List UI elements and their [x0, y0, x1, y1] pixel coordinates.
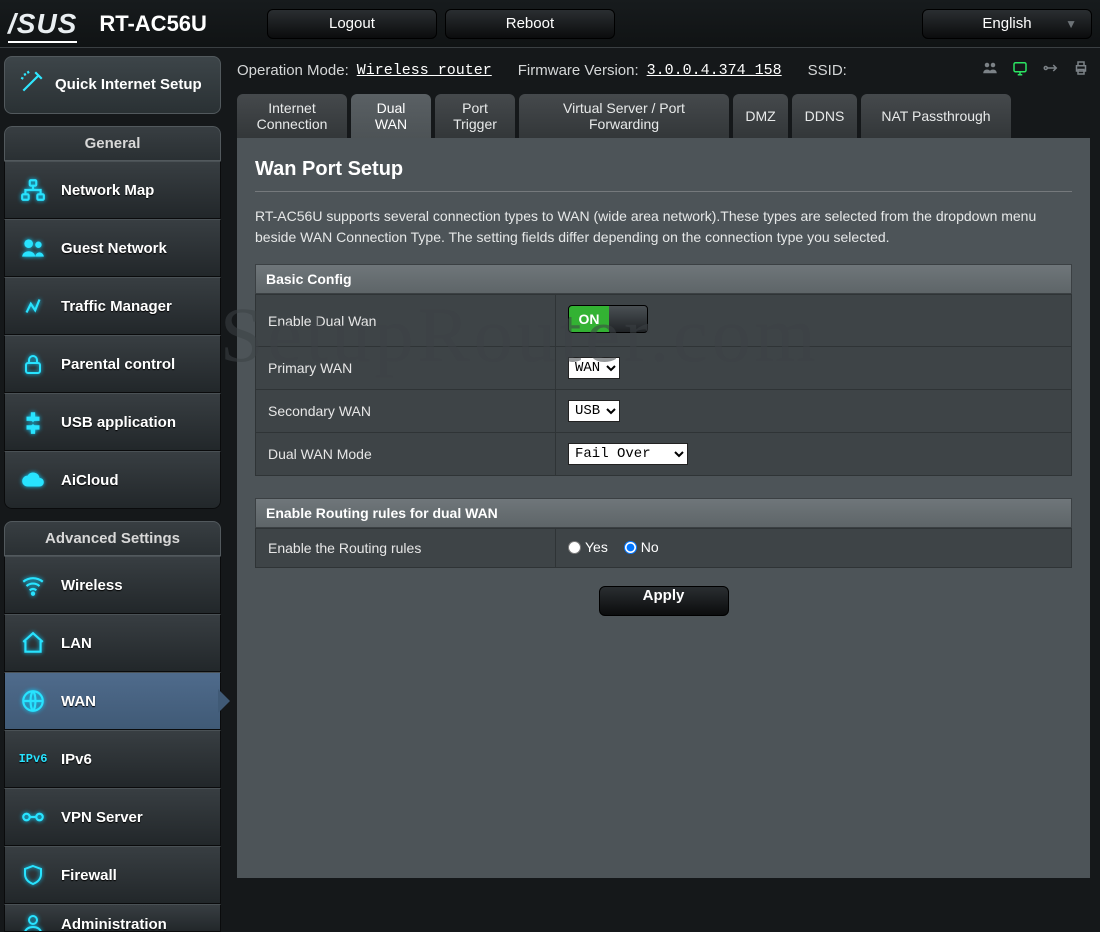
- sidebar-item-ipv6[interactable]: IPv6 IPv6: [4, 730, 221, 788]
- general-heading: General: [4, 126, 221, 161]
- globe-icon: [19, 687, 47, 715]
- sidebar-item-wireless[interactable]: Wireless: [4, 556, 221, 614]
- sidebar-advanced: Advanced Settings Wireless LAN WAN IPv6 …: [4, 521, 221, 932]
- divider: [255, 191, 1072, 192]
- sidebar-item-label: LAN: [61, 635, 92, 652]
- sidebar-item-label: Guest Network: [61, 240, 167, 257]
- routing-rules-table: Enable the Routing rules Yes No: [255, 528, 1072, 568]
- routing-rules-heading: Enable Routing rules for dual WAN: [255, 498, 1072, 528]
- network-map-icon: [19, 176, 47, 204]
- sidebar-item-label: Wireless: [61, 577, 123, 594]
- status-bar: Operation Mode: Wireless router Firmware…: [237, 56, 1090, 84]
- content-panel: Wan Port Setup RT-AC56U supports several…: [237, 138, 1090, 878]
- fw-label: Firmware Version:: [518, 62, 639, 79]
- basic-config-heading: Basic Config: [255, 264, 1072, 294]
- sidebar-item-label: WAN: [61, 693, 96, 710]
- language-label: English: [982, 15, 1031, 32]
- ipv6-icon: IPv6: [19, 745, 47, 773]
- sidebar-item-label: Network Map: [61, 182, 154, 199]
- sidebar-item-label: IPv6: [61, 751, 92, 768]
- users-icon: [19, 234, 47, 262]
- main-panel: Operation Mode: Wireless router Firmware…: [225, 48, 1100, 932]
- page-description: RT-AC56U supports several connection typ…: [255, 206, 1072, 248]
- usb-status-icon[interactable]: [1040, 59, 1062, 81]
- tab-virtual-server-port-forwarding[interactable]: Virtual Server / Port Forwarding: [519, 94, 729, 138]
- vpn-icon: [19, 803, 47, 831]
- sidebar-item-wan[interactable]: WAN: [4, 672, 221, 730]
- logout-button[interactable]: Logout: [267, 9, 437, 39]
- quick-internet-setup-button[interactable]: Quick Internet Setup: [4, 56, 221, 114]
- row-label-primary-wan: Primary WAN: [256, 347, 556, 390]
- tab-bar: Internet ConnectionDual WANPort TriggerV…: [237, 94, 1090, 138]
- tab-dual-wan[interactable]: Dual WAN: [351, 94, 431, 138]
- shield-icon: [19, 861, 47, 889]
- sidebar-item-administration[interactable]: Administration: [4, 904, 221, 932]
- sidebar: Quick Internet Setup General Network Map…: [0, 48, 225, 932]
- tab-ddns[interactable]: DDNS: [792, 94, 857, 138]
- sidebar-item-parental-control[interactable]: Parental control: [4, 335, 221, 393]
- sidebar-item-vpn-server[interactable]: VPN Server: [4, 788, 221, 846]
- primary-wan-select[interactable]: WAN: [568, 357, 620, 379]
- enable-dual-wan-toggle[interactable]: ON: [568, 305, 648, 333]
- traffic-icon: [19, 292, 47, 320]
- dual-wan-mode-select[interactable]: Fail Over: [568, 443, 688, 465]
- toggle-on-label: ON: [569, 306, 609, 332]
- sidebar-item-aicloud[interactable]: AiCloud: [4, 451, 221, 509]
- wifi-icon: [19, 571, 47, 599]
- chevron-down-icon: ▼: [1065, 17, 1077, 31]
- sidebar-item-guest-network[interactable]: Guest Network: [4, 219, 221, 277]
- status-icons: [980, 59, 1090, 81]
- row-label-routing-rules: Enable the Routing rules: [256, 529, 556, 568]
- sidebar-general: General Network Map Guest Network Traffi…: [4, 126, 221, 509]
- brand-text: /SUS: [8, 8, 77, 40]
- op-mode-label: Operation Mode:: [237, 62, 349, 79]
- cloud-icon: [19, 466, 47, 494]
- user-icon: [19, 910, 47, 932]
- tab-nat-passthrough[interactable]: NAT Passthrough: [861, 94, 1011, 138]
- op-mode-link[interactable]: Wireless router: [357, 61, 492, 79]
- qis-label: Quick Internet Setup: [55, 77, 202, 94]
- sidebar-item-usb-application[interactable]: USB application: [4, 393, 221, 451]
- ssid-label: SSID:: [808, 62, 847, 79]
- toggle-knob: [609, 306, 647, 332]
- sidebar-item-lan[interactable]: LAN: [4, 614, 221, 672]
- sidebar-item-traffic-manager[interactable]: Traffic Manager: [4, 277, 221, 335]
- basic-config-table: Enable Dual Wan ON Primary WAN WAN Secon…: [255, 294, 1072, 476]
- wand-icon: [19, 69, 45, 101]
- page-title: Wan Port Setup: [255, 158, 1072, 181]
- tab-internet-connection[interactable]: Internet Connection: [237, 94, 347, 138]
- sidebar-item-label: Firewall: [61, 867, 117, 884]
- home-icon: [19, 629, 47, 657]
- clients-icon[interactable]: [980, 59, 1000, 81]
- language-dropdown[interactable]: English ▼: [922, 9, 1092, 39]
- fw-link[interactable]: 3.0.0.4.374_158: [647, 61, 782, 79]
- brand-logo: /SUS: [8, 8, 77, 40]
- network-status-icon[interactable]: [1010, 59, 1030, 81]
- model-label: RT-AC56U: [99, 11, 207, 37]
- tab-dmz[interactable]: DMZ: [733, 94, 788, 138]
- row-label-enable-dual-wan: Enable Dual Wan: [256, 295, 556, 347]
- sidebar-item-firewall[interactable]: Firewall: [4, 846, 221, 904]
- reboot-button[interactable]: Reboot: [445, 9, 615, 39]
- sidebar-item-network-map[interactable]: Network Map: [4, 161, 221, 219]
- sidebar-item-label: VPN Server: [61, 809, 143, 826]
- row-label-secondary-wan: Secondary WAN: [256, 390, 556, 433]
- sidebar-item-label: Traffic Manager: [61, 298, 172, 315]
- secondary-wan-select[interactable]: USB: [568, 400, 620, 422]
- apply-button[interactable]: Apply: [599, 586, 729, 616]
- printer-status-icon[interactable]: [1072, 59, 1090, 81]
- lock-icon: [19, 350, 47, 378]
- app-header: /SUS RT-AC56U Logout Reboot English ▼: [0, 0, 1100, 48]
- routing-no-radio[interactable]: No: [624, 539, 659, 555]
- sidebar-item-label: Administration: [61, 916, 167, 932]
- sidebar-item-label: AiCloud: [61, 472, 119, 489]
- sidebar-item-label: Parental control: [61, 356, 175, 373]
- row-label-dual-wan-mode: Dual WAN Mode: [256, 433, 556, 476]
- tab-port-trigger[interactable]: Port Trigger: [435, 94, 515, 138]
- advanced-heading: Advanced Settings: [4, 521, 221, 556]
- sidebar-item-label: USB application: [61, 414, 176, 431]
- puzzle-icon: [19, 408, 47, 436]
- routing-yes-radio[interactable]: Yes: [568, 539, 608, 555]
